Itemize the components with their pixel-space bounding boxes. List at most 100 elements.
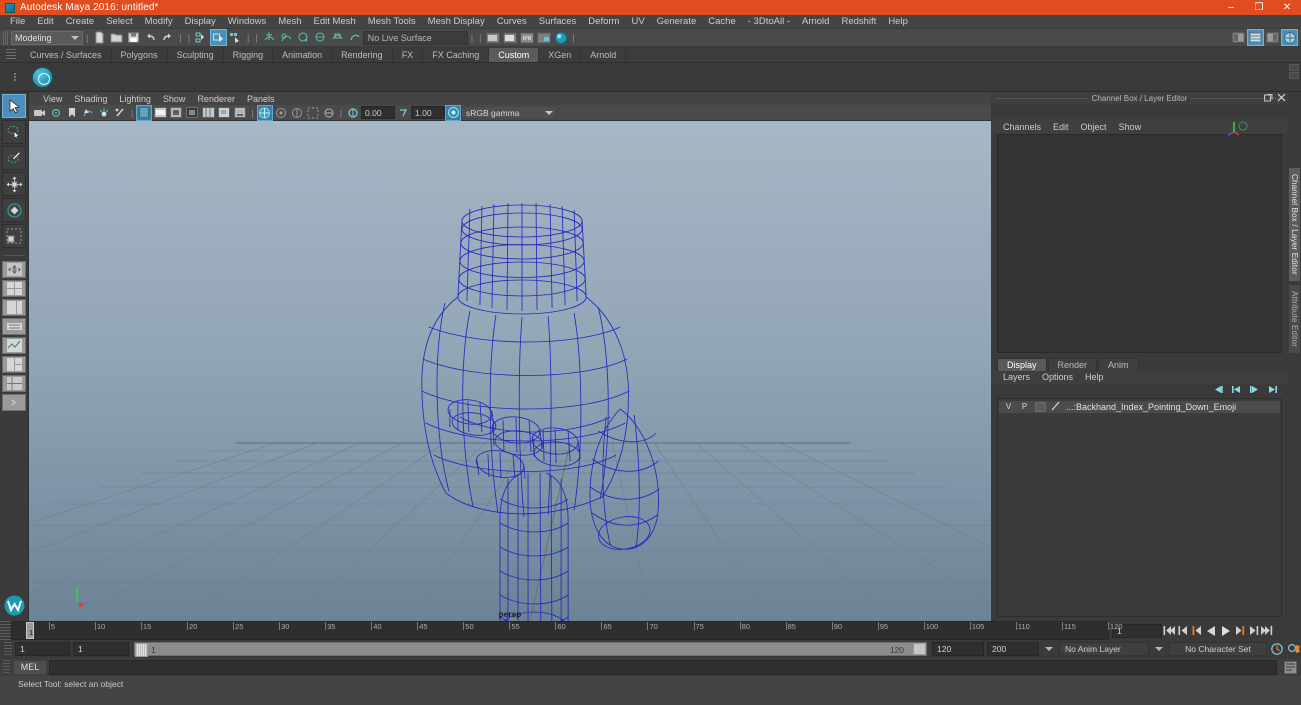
menu-modify[interactable]: Modify (139, 15, 179, 29)
perspective-viewport[interactable]: persp (29, 121, 991, 621)
smooth-shade-all-icon[interactable] (153, 106, 167, 120)
make-live-icon[interactable] (347, 30, 362, 45)
chevron-down-icon[interactable] (1045, 647, 1053, 651)
viewport-menu-lighting[interactable]: Lighting (113, 93, 157, 105)
shelf-scroll-arrows[interactable] (1289, 64, 1299, 80)
shadows-icon[interactable] (113, 106, 127, 120)
channel-box-menu-edit[interactable]: Edit (1047, 121, 1075, 133)
camera-attributes-icon[interactable] (49, 106, 63, 120)
step-forward-frame-icon[interactable] (1246, 623, 1260, 638)
shelf-tab-polygons[interactable]: Polygons (111, 48, 168, 62)
range-start-field[interactable]: 1 (73, 642, 129, 656)
color-space-selector[interactable]: sRGB gamma (461, 106, 558, 119)
smooth-shade-selected-icon[interactable] (169, 106, 183, 120)
shelf-tab-fx-caching[interactable]: FX Caching (423, 48, 490, 62)
menu-mesh[interactable]: Mesh (272, 15, 307, 29)
select-by-hierarchy-icon[interactable] (194, 30, 209, 45)
menu-curves[interactable]: Curves (491, 15, 533, 29)
hypershade-icon[interactable] (553, 30, 568, 45)
select-camera-icon[interactable] (33, 106, 47, 120)
layer-editor-tab-anim[interactable]: Anim (1098, 357, 1139, 371)
minimize-button[interactable]: – (1217, 0, 1245, 15)
range-end-handle[interactable] (913, 643, 926, 655)
shelf-tab-fx[interactable]: FX (392, 48, 424, 62)
shelf-options-handle[interactable] (4, 63, 26, 91)
range-end-field[interactable]: 120 (932, 642, 984, 656)
new-layer-icon[interactable] (1249, 385, 1260, 397)
scroll-down-icon[interactable] (1289, 72, 1299, 79)
hypershade-persp-layout[interactable] (2, 356, 26, 373)
vertical-tab-attribute-editor[interactable]: Attribute Editor (1288, 283, 1301, 354)
flat-shade-icon[interactable] (185, 106, 199, 120)
channel-box-list[interactable] (997, 134, 1282, 353)
scroll-up-icon[interactable] (1289, 64, 1299, 71)
menu-select[interactable]: Select (100, 15, 138, 29)
menu-display[interactable]: Display (179, 15, 222, 29)
single-perspective-layout[interactable] (2, 261, 26, 278)
anim-start-field[interactable]: 1 (15, 642, 70, 656)
wireframe-on-shaded-icon[interactable] (201, 106, 215, 120)
layer-list[interactable]: V P ...:Backhand_Index_Pointing_Down_Emoji (997, 397, 1282, 617)
exposure-icon[interactable] (346, 106, 360, 120)
two-pane-side-layout[interactable] (2, 299, 26, 316)
show-hide-editor-icon[interactable] (1231, 30, 1246, 45)
script-editor-icon[interactable] (1279, 660, 1301, 675)
show-hide-channel-box-icon[interactable] (1281, 29, 1298, 46)
play-forwards-icon[interactable] (1218, 623, 1232, 638)
gamma-field[interactable]: 1.00 (411, 106, 446, 119)
select-tool[interactable] (2, 94, 26, 118)
live-surface-field[interactable]: No Live Surface (362, 30, 468, 45)
undo-icon[interactable] (143, 30, 158, 45)
auto-keyframe-icon[interactable] (1270, 642, 1284, 657)
image-plane-icon[interactable] (81, 106, 95, 120)
show-hide-attribute-editor-icon[interactable] (1247, 29, 1264, 46)
viewport-menu-show[interactable]: Show (157, 93, 192, 105)
layer-row[interactable]: V P ...:Backhand_Index_Pointing_Down_Emoji (999, 400, 1280, 413)
persp-graph-layout[interactable] (2, 337, 26, 354)
redo-icon[interactable] (160, 30, 175, 45)
anim-layer-selector[interactable]: No Anim Layer (1059, 642, 1149, 656)
lasso-select-tool[interactable] (2, 120, 26, 144)
menu-generate[interactable]: Generate (651, 15, 703, 29)
scale-tool[interactable] (2, 224, 26, 248)
viewport-menu-renderer[interactable]: Renderer (191, 93, 241, 105)
go-to-end-icon[interactable] (1260, 623, 1274, 638)
four-view-layout[interactable] (2, 280, 26, 297)
show-hide-tool-settings-icon[interactable] (1265, 30, 1280, 45)
shelf-tab-animation[interactable]: Animation (273, 48, 333, 62)
rotate-tool[interactable] (2, 198, 26, 222)
render-region-icon[interactable] (536, 30, 551, 45)
channel-box-menu-object[interactable]: Object (1075, 121, 1113, 133)
outliner-persp-layout[interactable] (2, 318, 26, 335)
ipr-render-icon[interactable] (502, 30, 517, 45)
layer-visibility-toggle[interactable]: V (1003, 402, 1014, 412)
menu-file[interactable]: File (4, 15, 31, 29)
textured-icon[interactable] (217, 106, 231, 120)
menu-3dtoall[interactable]: - 3DtoAll - (742, 15, 796, 29)
step-back-key-icon[interactable] (1190, 623, 1204, 638)
menu-mesh-display[interactable]: Mesh Display (422, 15, 491, 29)
select-by-object-icon[interactable] (210, 29, 228, 46)
shelf-tab-rigging[interactable]: Rigging (223, 48, 274, 62)
menu-help[interactable]: Help (882, 15, 914, 29)
menu-surfaces[interactable]: Surfaces (533, 15, 583, 29)
anim-end-field[interactable]: 200 (987, 642, 1039, 656)
ambient-occlusion-icon[interactable] (256, 104, 273, 121)
move-layer-up-icon[interactable] (1213, 385, 1224, 397)
paint-select-tool[interactable] (2, 146, 26, 170)
channel-box-menu-show[interactable]: Show (1113, 121, 1148, 133)
step-back-frame-icon[interactable] (1176, 623, 1190, 638)
range-slider-body[interactable] (148, 643, 890, 655)
save-scene-icon[interactable] (126, 30, 141, 45)
color-management-icon[interactable] (445, 104, 462, 121)
shelf-tab-curves-surfaces[interactable]: Curves / Surfaces (21, 48, 112, 62)
go-to-start-icon[interactable] (1162, 623, 1176, 638)
layer-editor-tab-render[interactable]: Render (1047, 357, 1098, 371)
shelf-tab-sculpting[interactable]: Sculpting (167, 48, 224, 62)
menu-redshift[interactable]: Redshift (835, 15, 882, 29)
render-view-icon[interactable] (485, 30, 500, 45)
snap-to-view-plane-icon[interactable] (330, 30, 345, 45)
character-set-selector[interactable]: No Character Set (1169, 642, 1267, 656)
channel-box-menu-channels[interactable]: Channels (997, 121, 1047, 133)
snap-to-curve-icon[interactable] (279, 30, 294, 45)
